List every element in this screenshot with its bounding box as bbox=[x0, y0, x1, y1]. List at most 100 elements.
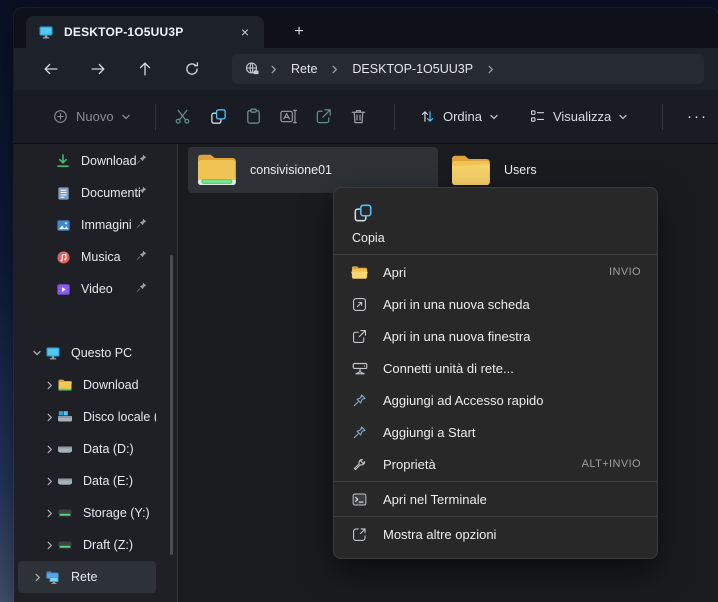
menu-item-mostra-altre-opzioni[interactable]: Mostra altre opzioni bbox=[334, 518, 657, 550]
sidebar-item-immagini[interactable]: Immagini bbox=[18, 209, 156, 241]
chevron-down-icon[interactable] bbox=[30, 348, 44, 358]
cut-button[interactable] bbox=[169, 100, 196, 134]
toolbar-divider bbox=[394, 103, 395, 130]
sidebar-item-rete[interactable]: Rete bbox=[18, 561, 156, 593]
drive-icon bbox=[56, 472, 74, 490]
chevron-right-icon[interactable] bbox=[42, 509, 56, 518]
breadcrumb-desktop[interactable]: DESKTOP-1O5UU3P bbox=[348, 60, 477, 78]
menu-item-label: Apri nel Terminale bbox=[383, 491, 487, 507]
navigation-pane: Download Documenti Immagini Musica Video… bbox=[14, 144, 178, 602]
sidebar-item-data-d[interactable]: Data (D:) bbox=[18, 433, 156, 465]
network-icon bbox=[44, 568, 62, 586]
open-folder-icon bbox=[350, 263, 369, 282]
new-tab-icon bbox=[350, 295, 369, 314]
up-button[interactable] bbox=[128, 54, 162, 84]
sidebar-section-gap bbox=[14, 305, 178, 337]
copy-button[interactable] bbox=[204, 100, 231, 134]
toolbar-divider bbox=[662, 103, 663, 130]
share-button[interactable] bbox=[310, 100, 337, 134]
breadcrumb-chevron-icon bbox=[486, 65, 495, 74]
menu-item-label: Apri in una nuova finestra bbox=[383, 328, 531, 344]
download-icon bbox=[54, 152, 72, 170]
sidebar-item-label: Rete bbox=[71, 570, 98, 584]
forward-button[interactable] bbox=[81, 54, 115, 84]
delete-button[interactable] bbox=[345, 100, 372, 134]
sidebar-item-label: Storage (Y:) bbox=[83, 506, 150, 520]
file-name: consivisione01 bbox=[250, 163, 332, 177]
menu-separator bbox=[334, 254, 657, 255]
chevron-right-icon[interactable] bbox=[42, 445, 56, 454]
breadcrumb-chevron-icon bbox=[269, 65, 278, 74]
explorer-tab[interactable]: DESKTOP-1O5UU3P × bbox=[26, 16, 264, 48]
tab-title: DESKTOP-1O5UU3P bbox=[64, 25, 184, 39]
sort-dropdown[interactable]: Ordina bbox=[409, 102, 509, 131]
breadcrumb-chevron-icon bbox=[330, 65, 339, 74]
sidebar-item-storage-y[interactable]: Storage (Y:) bbox=[18, 497, 156, 529]
menu-item-label: Mostra altre opzioni bbox=[383, 526, 497, 542]
chevron-right-icon[interactable] bbox=[42, 381, 56, 390]
chevron-right-icon[interactable] bbox=[42, 541, 56, 550]
sidebar-item-label: Download bbox=[83, 378, 139, 392]
more-options-button[interactable]: ··· bbox=[677, 104, 718, 129]
sidebar-item-label: Data (E:) bbox=[83, 474, 134, 488]
back-button[interactable] bbox=[34, 54, 68, 84]
navigation-bar: Rete DESKTOP-1O5UU3P bbox=[14, 48, 718, 90]
drive-icon bbox=[56, 440, 74, 458]
new-button[interactable]: Nuovo bbox=[42, 102, 141, 131]
menu-item-apri-nuova-scheda[interactable]: Apri in una nuova scheda bbox=[334, 288, 657, 320]
os-drive-icon bbox=[56, 408, 74, 426]
sidebar-item-draft-z[interactable]: Draft (Z:) bbox=[18, 529, 156, 561]
menu-item-apri[interactable]: Apri INVIO bbox=[334, 256, 657, 288]
view-dropdown[interactable]: Visualizza bbox=[519, 102, 638, 131]
breadcrumb-rete[interactable]: Rete bbox=[287, 60, 321, 78]
sidebar-item-data-e[interactable]: Data (E:) bbox=[18, 465, 156, 497]
file-name: Users bbox=[504, 163, 537, 177]
network-location-icon bbox=[244, 61, 260, 77]
command-toolbar: Nuovo Ordina Visualizza ··· bbox=[14, 90, 718, 144]
menu-item-apri-terminale[interactable]: Apri nel Terminale bbox=[334, 483, 657, 515]
terminal-icon bbox=[350, 490, 369, 509]
copy-quick-action[interactable] bbox=[352, 200, 378, 226]
sidebar-item-download-tree[interactable]: Download bbox=[18, 369, 156, 401]
pin-icon bbox=[135, 281, 150, 296]
folder-icon bbox=[450, 152, 492, 188]
tab-close-button[interactable]: × bbox=[234, 21, 256, 43]
pin-icon bbox=[135, 249, 150, 264]
menu-item-aggiungi-accesso-rapido[interactable]: Aggiungi ad Accesso rapido bbox=[334, 384, 657, 416]
paste-button[interactable] bbox=[240, 100, 267, 134]
menu-item-label: Apri in una nuova scheda bbox=[383, 296, 530, 312]
rename-button[interactable] bbox=[275, 100, 302, 134]
sidebar-item-download-pinned[interactable]: Download bbox=[18, 145, 156, 177]
sidebar-item-label: Disco locale (C bbox=[83, 410, 156, 424]
new-button-label: Nuovo bbox=[76, 109, 114, 124]
address-bar[interactable]: Rete DESKTOP-1O5UU3P bbox=[232, 54, 704, 84]
menu-item-proprieta[interactable]: Proprietà ALT+INVIO bbox=[334, 448, 657, 480]
sidebar-item-questo-pc[interactable]: Questo PC bbox=[18, 337, 156, 369]
pin-icon bbox=[135, 153, 150, 168]
title-bar: DESKTOP-1O5UU3P × + bbox=[14, 8, 718, 48]
pin-icon bbox=[135, 185, 150, 200]
new-tab-button[interactable]: + bbox=[286, 20, 312, 44]
menu-item-aggiungi-start[interactable]: Aggiungi a Start bbox=[334, 416, 657, 448]
menu-item-connetti-unita-rete[interactable]: Connetti unità di rete... bbox=[334, 352, 657, 384]
pin-icon bbox=[350, 391, 369, 410]
chevron-right-icon[interactable] bbox=[42, 477, 56, 486]
sidebar-scrollbar[interactable] bbox=[170, 255, 173, 555]
desktop: DESKTOP-1O5UU3P × + Rete DESKTOP-1O5UU3P… bbox=[0, 0, 718, 602]
chevron-right-icon[interactable] bbox=[30, 573, 44, 582]
document-icon bbox=[54, 184, 72, 202]
menu-item-apri-nuova-finestra[interactable]: Apri in una nuova finestra bbox=[334, 320, 657, 352]
shared-folder-icon bbox=[196, 152, 238, 188]
menu-item-label: Connetti unità di rete... bbox=[383, 360, 514, 376]
sidebar-item-documenti[interactable]: Documenti bbox=[18, 177, 156, 209]
chevron-right-icon[interactable] bbox=[42, 413, 56, 422]
sidebar-item-disco-locale[interactable]: Disco locale (C bbox=[18, 401, 156, 433]
toolbar-divider bbox=[154, 103, 156, 130]
sidebar-item-label: Draft (Z:) bbox=[83, 538, 133, 552]
refresh-button[interactable] bbox=[175, 54, 209, 84]
sort-label: Ordina bbox=[442, 109, 482, 124]
properties-wrench-icon bbox=[350, 455, 369, 474]
sidebar-item-video[interactable]: Video bbox=[18, 273, 156, 305]
menu-separator bbox=[334, 516, 657, 517]
sidebar-item-musica[interactable]: Musica bbox=[18, 241, 156, 273]
